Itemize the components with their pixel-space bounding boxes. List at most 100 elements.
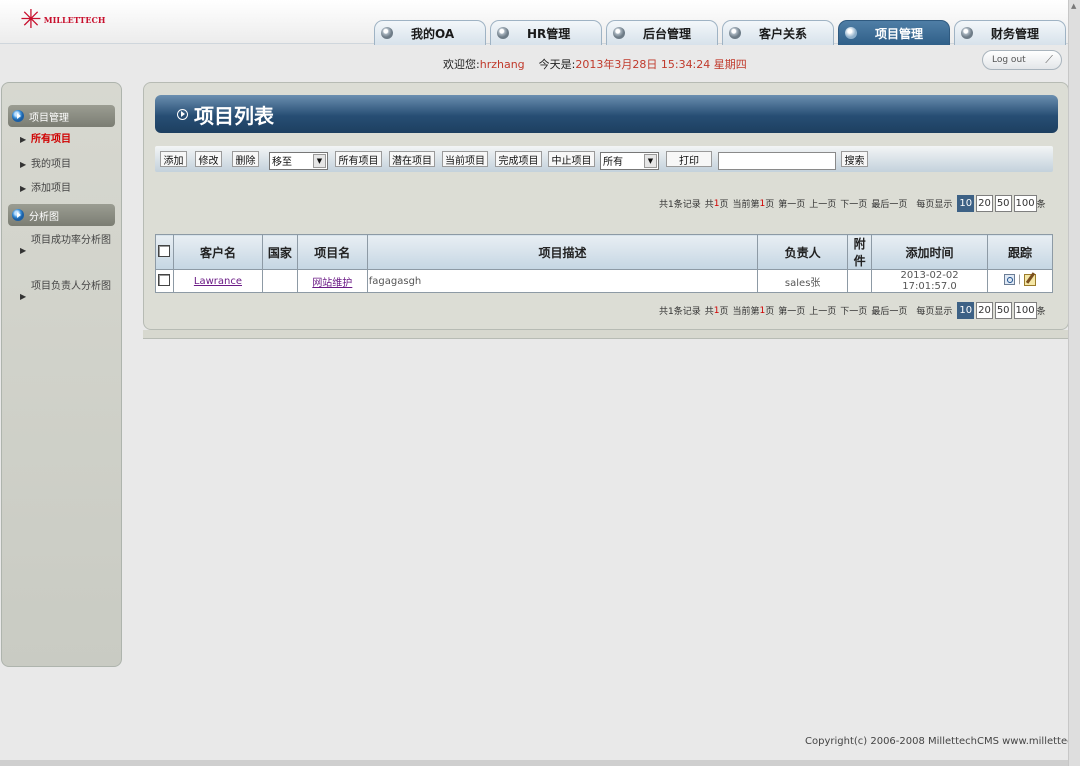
page-size-20[interactable]: 20 [976,195,993,212]
vertical-scrollbar[interactable]: ▲ [1068,0,1080,766]
add-button[interactable]: 添加 [160,151,187,167]
dropdown-arrow-icon: ▼ [313,154,326,168]
tab-label: HR管理 [527,26,571,41]
per-page-unit: 条 [1036,307,1046,317]
per-page-unit: 条 [1036,200,1046,210]
prev-page-link[interactable]: 上一页 [809,304,836,317]
projects-table: 客户名 国家 项目名 项目描述 负责人 附件 添加时间 跟踪 Lawrance … [155,234,1054,293]
move-to-value: 移至 [272,157,292,168]
tab-projects[interactable]: 项目管理 [838,20,950,45]
last-page-link[interactable]: 最后一页 [871,304,907,317]
edit-note-icon[interactable] [1024,273,1037,286]
print-button[interactable]: 打印 [666,151,712,167]
logout-button[interactable]: Log out ⟋ [982,50,1062,70]
customer-link[interactable]: Lawrance [194,276,242,287]
sidebar-item-add-project[interactable]: ▶ 添加项目 [20,179,71,199]
current-page-suffix: 页 [765,200,775,210]
logo-star-icon: ✳ [20,5,42,35]
page-size-20[interactable]: 20 [976,302,993,319]
select-all-cell [155,234,174,270]
completed-projects-button[interactable]: 完成项目 [495,151,542,167]
scroll-up-icon[interactable]: ▲ [1071,2,1076,10]
select-all-checkbox[interactable] [158,244,171,257]
tab-my-oa[interactable]: 我的OA [374,20,486,45]
project-cell: 网站维护 [296,269,368,293]
triangle-right-icon: ▶ [20,184,27,193]
col-owner[interactable]: 负责人 [757,234,849,270]
page-size-10[interactable]: 10 [957,195,975,212]
sidebar-item-label: 所有项目 [31,134,71,145]
col-country[interactable]: 国家 [261,234,298,270]
tab-label: 我的OA [411,26,455,41]
triangle-right-icon: ▶ [20,246,27,255]
search-input[interactable] [718,152,836,170]
col-added-time[interactable]: 添加时间 [871,234,988,270]
current-projects-button[interactable]: 当前项目 [442,151,488,167]
last-page-link[interactable]: 最后一页 [871,197,907,210]
play-bullet-icon [12,110,24,122]
tab-backend[interactable]: 后台管理 [606,20,718,45]
sidebar-item-my-projects[interactable]: ▶ 我的项目 [20,155,71,175]
tab-finance[interactable]: 财务管理 [954,20,1066,45]
page-size-10[interactable]: 10 [957,302,975,319]
top-header: ✳ MILLETTECH 我的OA HR管理 后台管理 客户关系 项目管理 财务… [0,0,1068,45]
sidebar-item-all-projects[interactable]: ▶ 所有项目 [20,130,71,150]
page-size-50[interactable]: 50 [994,195,1012,212]
status-filter-select[interactable]: 所有 ▼ [600,152,659,170]
play-bullet-icon [12,209,24,221]
all-projects-button[interactable]: 所有项目 [335,151,382,167]
stopped-projects-button[interactable]: 中止项目 [548,151,595,167]
search-button[interactable]: 搜索 [841,151,868,167]
col-customer[interactable]: 客户名 [172,234,263,270]
per-page-label: 每页显示 [916,200,953,210]
country-cell [261,269,298,293]
tab-label: 项目管理 [875,26,924,41]
first-page-link[interactable]: 第一页 [778,197,805,210]
page-size-100[interactable]: 100 [1013,302,1037,319]
current-page-prefix: 当前第 [732,307,760,317]
main-nav-tabs: 我的OA HR管理 后台管理 客户关系 项目管理 财务管理 [374,20,1066,45]
page-size-100[interactable]: 100 [1013,195,1037,212]
tab-bullet-icon [845,27,857,39]
delete-button[interactable]: 删除 [232,151,259,167]
tab-crm[interactable]: 客户关系 [722,20,834,45]
prev-page-link[interactable]: 上一页 [809,197,836,210]
potential-projects-button[interactable]: 潜在项目 [389,151,435,167]
sidebar-item-label: 添加项目 [31,183,71,194]
sidebar-item-success-rate-chart[interactable]: ▶ 项目成功率分析图 [20,230,116,261]
sidebar-item-owner-chart[interactable]: ▶ 项目负责人分析图 [20,276,116,307]
sidebar-group-label: 分析图 [29,211,59,223]
next-page-link[interactable]: 下一页 [840,304,867,317]
tab-bullet-icon [381,27,393,39]
view-magnifier-icon[interactable] [1003,274,1015,286]
pager-top: 共1条记录 共1页 当前第 1 页 第一页 上一页 下一页 最后一页 每页显示 10… [659,195,1046,212]
tab-hr[interactable]: HR管理 [490,20,602,45]
description-cell: fagagasgh [366,269,759,293]
col-description[interactable]: 项目描述 [366,234,759,270]
project-link[interactable]: 网站维护 [312,278,352,289]
first-page-link[interactable]: 第一页 [778,304,805,317]
horizontal-scrollbar[interactable] [0,760,1068,766]
sidebar-group-charts[interactable]: 分析图 [8,204,115,226]
logo: ✳ MILLETTECH [20,5,105,35]
sidebar-group-projects[interactable]: 项目管理 [8,105,115,127]
welcome-row: 欢迎您:hrzhang 今天是:2013年3月28日 15:34:24 星期四 [0,45,1068,77]
row-checkbox[interactable] [158,273,171,286]
welcome-prefix: 欢迎您: [443,58,480,71]
col-attachment[interactable]: 附件 [847,234,873,270]
wrench-icon: ⟋ [1045,53,1053,66]
customer-cell: Lawrance [172,269,263,293]
col-track: 跟踪 [986,234,1054,270]
edit-button[interactable]: 修改 [195,151,222,167]
tab-bullet-icon [729,27,741,39]
tab-bullet-icon [497,27,509,39]
today-label: 今天是: [538,58,576,71]
next-page-link[interactable]: 下一页 [840,197,867,210]
col-project[interactable]: 项目名 [296,234,368,270]
dropdown-arrow-icon: ▼ [644,154,657,168]
main-panel: 项目列表 添加 修改 删除 移至 ▼ 所有项目 潜在项目 当前项目 完成项目 中… [143,82,1069,330]
page-size-50[interactable]: 50 [994,302,1012,319]
sidebar-item-label: 项目负责人分析图 [31,281,111,292]
track-cell: | [986,269,1054,293]
move-to-select[interactable]: 移至 ▼ [269,152,328,170]
